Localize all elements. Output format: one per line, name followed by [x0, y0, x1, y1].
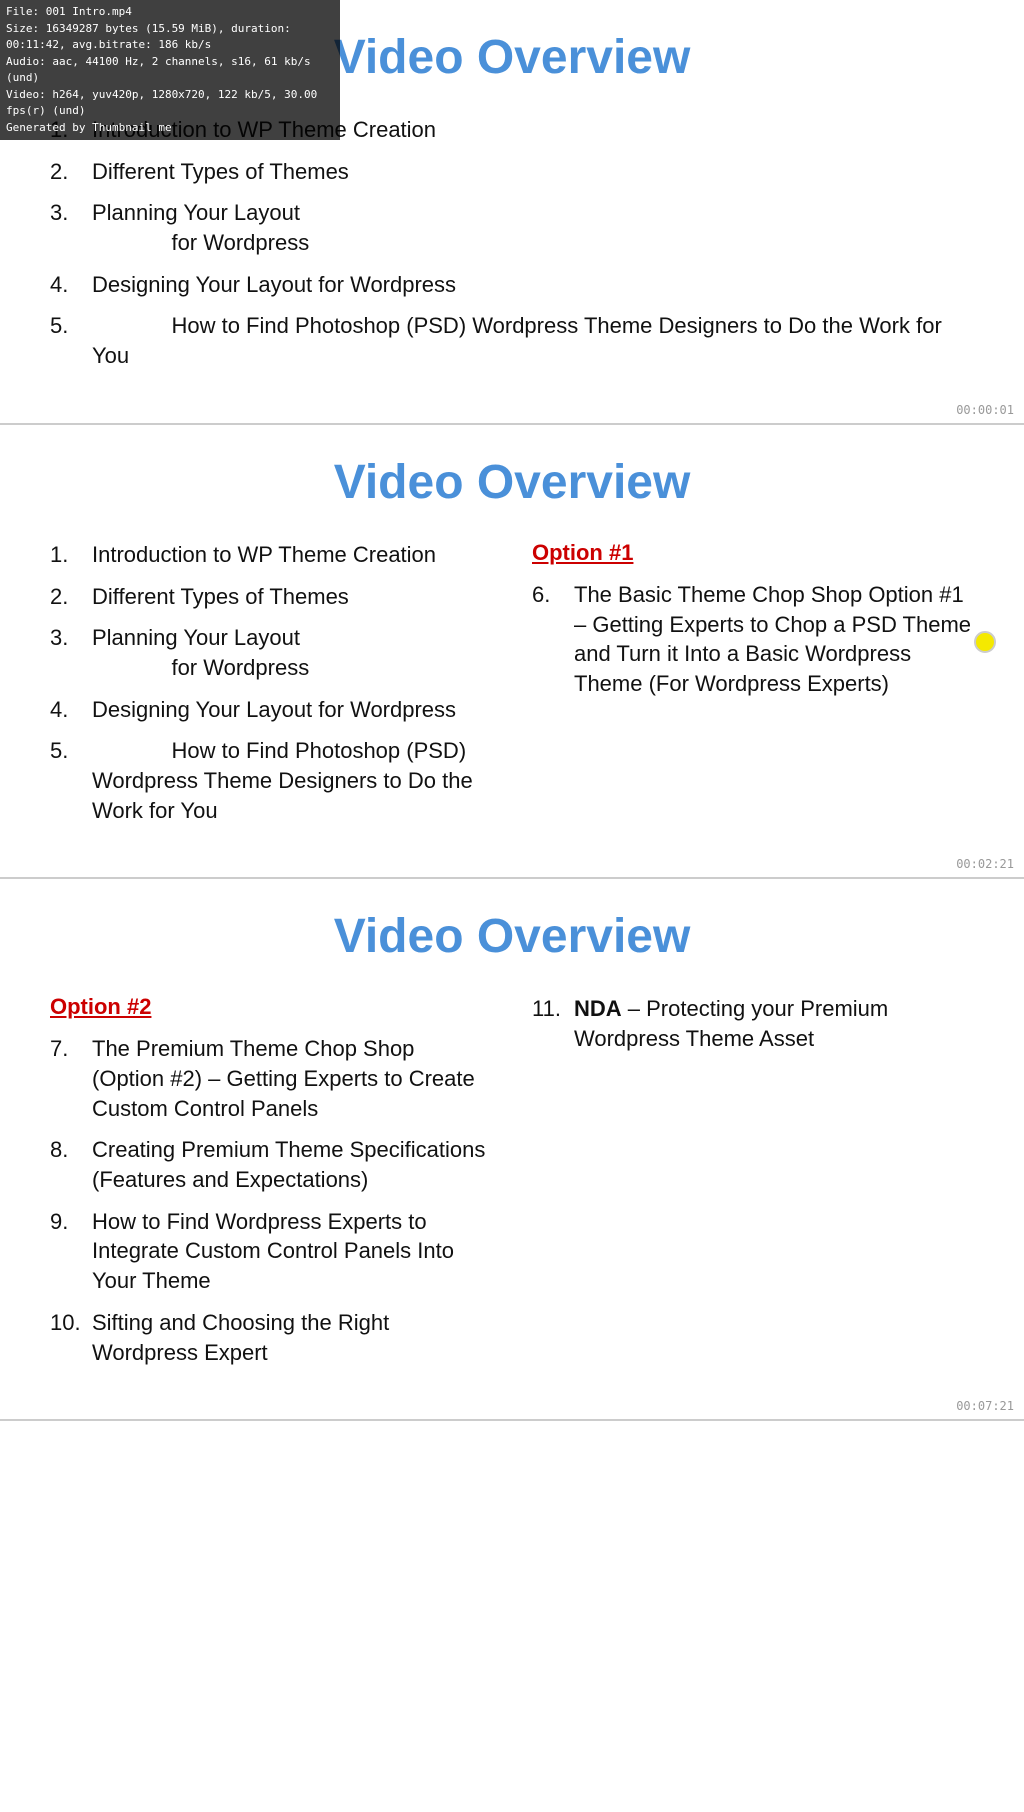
- list-item: 4. Designing Your Layout for Wordpress: [50, 695, 492, 725]
- panel3-title: Video Overview: [50, 909, 974, 964]
- list-item: 5. How to Find Photoshop (PSD) Wordpress…: [50, 311, 974, 370]
- panel1-left: 1. Introduction to WP Theme Creation 2. …: [50, 115, 974, 383]
- file-info-line1: File: 001 Intro.mp4: [6, 4, 334, 21]
- item-num: 8.: [50, 1135, 92, 1165]
- file-info-line2: Size: 16349287 bytes (15.59 MiB), durati…: [6, 21, 334, 54]
- panel2-content: 1. Introduction to WP Theme Creation 2. …: [50, 540, 974, 838]
- list-item: 7. The Premium Theme Chop Shop (Option #…: [50, 1034, 492, 1123]
- file-info-line4: Video: h264, yuv420p, 1280x720, 122 kb/5…: [6, 87, 334, 120]
- item-num: 2.: [50, 582, 92, 612]
- list-item: 4. Designing Your Layout for Wordpress: [50, 270, 974, 300]
- list-item: 2. Different Types of Themes: [50, 157, 974, 187]
- panel2: Video Overview 1. Introduction to WP The…: [0, 425, 1024, 880]
- item-num: 6.: [532, 580, 574, 610]
- item-num: 2.: [50, 157, 92, 187]
- list-item: 3. Planning Your Layout for Wordpress: [50, 623, 492, 682]
- panel3-timestamp: 00:07:21: [956, 1399, 1014, 1413]
- panel2-right-list: 6. The Basic Theme Chop Shop Option #1 –…: [532, 580, 974, 699]
- panel2-right: Option #1 6. The Basic Theme Chop Shop O…: [532, 540, 974, 838]
- panel3: Video Overview Option #2 7. The Premium …: [0, 879, 1024, 1421]
- item-num: 1.: [50, 540, 92, 570]
- file-info-line5: Generated by Thumbnail me: [6, 120, 334, 137]
- option1-heading: Option #1: [532, 540, 974, 566]
- file-info-line3: Audio: aac, 44100 Hz, 2 channels, s16, 6…: [6, 54, 334, 87]
- cursor-dot: [974, 631, 996, 653]
- file-info: File: 001 Intro.mp4 Size: 16349287 bytes…: [0, 0, 340, 140]
- list-item: 1. Introduction to WP Theme Creation: [50, 540, 492, 570]
- item-num: 4.: [50, 270, 92, 300]
- panel3-content: Option #2 7. The Premium Theme Chop Shop…: [50, 994, 974, 1379]
- panel1-list: 1. Introduction to WP Theme Creation 2. …: [50, 115, 974, 371]
- item-num: 3.: [50, 623, 92, 653]
- panel3-right: 11. NDA – Protecting your Premium Wordpr…: [532, 994, 974, 1379]
- list-item: 8. Creating Premium Theme Specifications…: [50, 1135, 492, 1194]
- panel1-timestamp: 00:00:01: [956, 403, 1014, 417]
- list-item: 6. The Basic Theme Chop Shop Option #1 –…: [532, 580, 974, 699]
- list-item: 10. Sifting and Choosing the Right Wordp…: [50, 1308, 492, 1367]
- panel2-title: Video Overview: [50, 455, 974, 510]
- item-num: 9.: [50, 1207, 92, 1237]
- panel2-list: 1. Introduction to WP Theme Creation 2. …: [50, 540, 492, 826]
- list-item: 11. NDA – Protecting your Premium Wordpr…: [532, 994, 974, 1053]
- panel2-timestamp: 00:02:21: [956, 857, 1014, 871]
- panel1-content: 1. Introduction to WP Theme Creation 2. …: [50, 115, 974, 383]
- panel3-left-list: 7. The Premium Theme Chop Shop (Option #…: [50, 1034, 492, 1367]
- panel3-right-list: 11. NDA – Protecting your Premium Wordpr…: [532, 994, 974, 1053]
- panel3-left: Option #2 7. The Premium Theme Chop Shop…: [50, 994, 492, 1379]
- option2-heading: Option #2: [50, 994, 492, 1020]
- item-num: 10.: [50, 1308, 92, 1338]
- item-num: 3.: [50, 198, 92, 228]
- item-num: 5.: [50, 736, 92, 766]
- list-item: 3. Planning Your Layout for Wordpress: [50, 198, 974, 257]
- item-num: 5.: [50, 311, 92, 341]
- list-item: 9. How to Find Wordpress Experts to Inte…: [50, 1207, 492, 1296]
- item-num: 11.: [532, 994, 574, 1024]
- item-num: 7.: [50, 1034, 92, 1064]
- item-num: 4.: [50, 695, 92, 725]
- list-item: 5. How to Find Photoshop (PSD) Wordpress…: [50, 736, 492, 825]
- list-item: 2. Different Types of Themes: [50, 582, 492, 612]
- panel2-left: 1. Introduction to WP Theme Creation 2. …: [50, 540, 492, 838]
